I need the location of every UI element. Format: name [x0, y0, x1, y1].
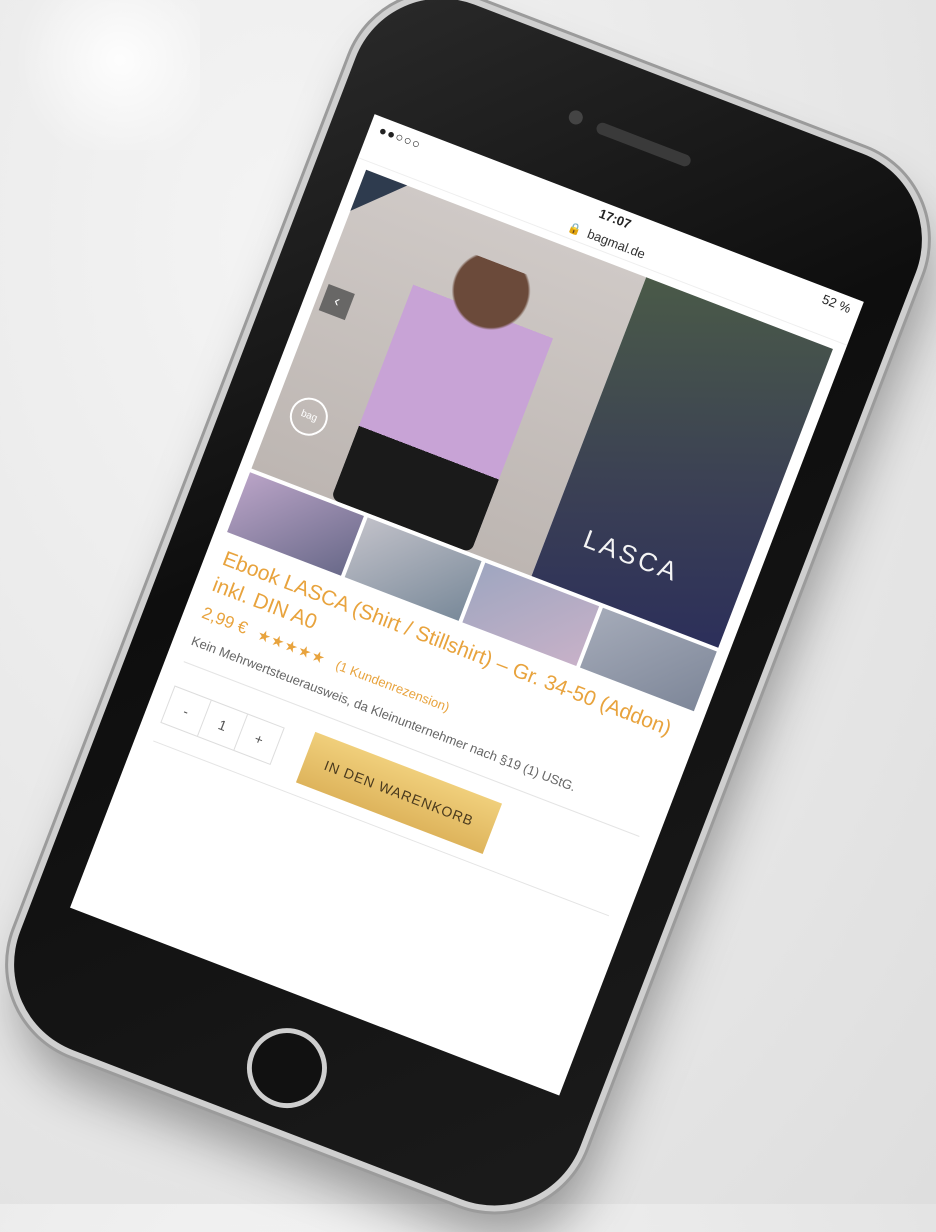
quantity-stepper: - 1 + — [160, 685, 285, 766]
front-camera — [566, 108, 585, 127]
corner-badge — [350, 169, 408, 227]
background-speckles — [0, 0, 200, 150]
photo-overlay-text: LASCA — [579, 523, 684, 588]
earpiece-speaker — [594, 121, 693, 169]
phone-screen: ●●○○○ 17:07 52 % 🔒 bagmal.de ‹ bag LASCA — [70, 114, 864, 1096]
home-button[interactable] — [235, 1016, 339, 1120]
brand-logo-icon: bag — [284, 392, 334, 442]
lock-icon: 🔒 — [566, 221, 584, 238]
smartphone: ●●○○○ 17:07 52 % 🔒 bagmal.de ‹ bag LASCA — [0, 0, 936, 1232]
battery-level: 52 % — [820, 291, 854, 317]
gallery-prev-button[interactable]: ‹ — [318, 283, 355, 321]
model-figure — [330, 237, 572, 553]
